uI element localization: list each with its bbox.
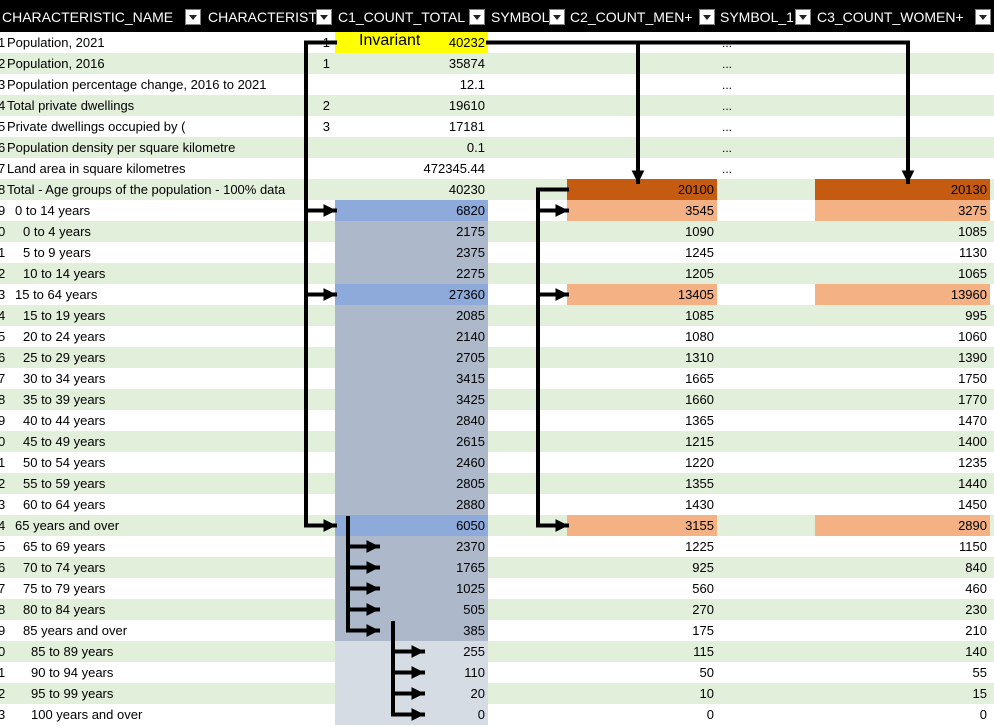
spreadsheet: CHARACTERISTIC_NAME CHARACTERISTI C1_COU…	[0, 0, 994, 727]
men-bracket-line	[536, 187, 569, 528]
total-bracket-line	[304, 40, 337, 528]
arrow-overlay	[304, 40, 915, 721]
